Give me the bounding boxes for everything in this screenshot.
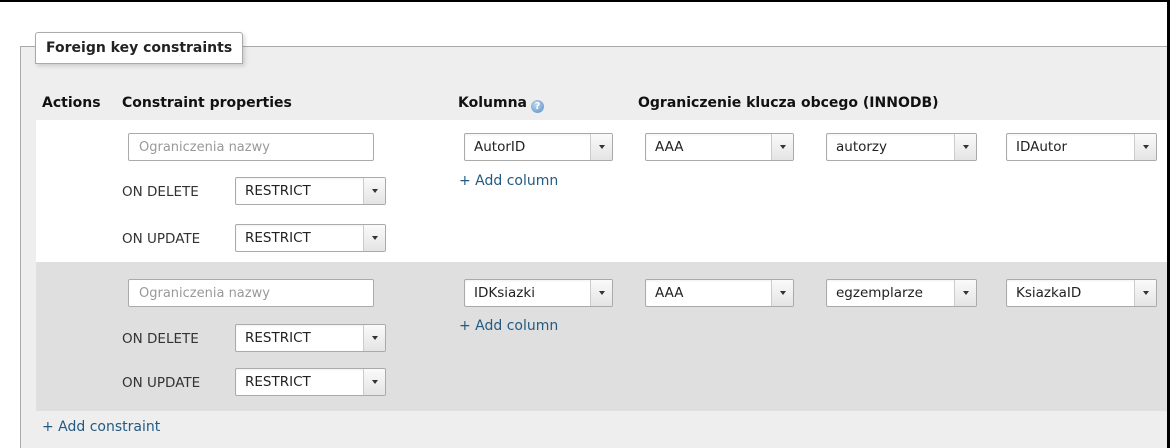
add-column-link[interactable]: + Add column bbox=[459, 318, 558, 334]
column-value: AutorID bbox=[474, 139, 526, 155]
constraint-name-input[interactable] bbox=[128, 133, 374, 161]
chevron-down-icon bbox=[954, 134, 976, 160]
chevron-down-icon bbox=[1134, 280, 1156, 306]
ref-column-select[interactable]: IDAutor bbox=[1006, 133, 1157, 161]
on-update-select[interactable]: RESTRICT bbox=[235, 224, 386, 252]
column-select[interactable]: IDKsiazki bbox=[464, 279, 613, 307]
chevron-down-icon bbox=[771, 134, 793, 160]
on-update-select[interactable]: RESTRICT bbox=[235, 368, 386, 396]
database-value: AAA bbox=[655, 285, 684, 301]
on-delete-label: ON DELETE bbox=[122, 184, 199, 200]
on-update-label: ON UPDATE bbox=[122, 375, 201, 391]
ref-column-value: KsiazkaID bbox=[1016, 285, 1082, 301]
header-fk-constraint: Ograniczenie klucza obcego (INNODB) bbox=[638, 95, 939, 111]
header-constraint-properties: Constraint properties bbox=[122, 95, 292, 111]
constraint-name-input[interactable] bbox=[128, 279, 374, 307]
header-column-label: Kolumna bbox=[458, 95, 527, 111]
on-delete-label: ON DELETE bbox=[122, 331, 199, 347]
add-constraint-link[interactable]: + Add constraint bbox=[42, 419, 160, 435]
chevron-down-icon bbox=[363, 325, 385, 351]
chevron-down-icon bbox=[590, 134, 612, 160]
table-select[interactable]: autorzy bbox=[826, 133, 977, 161]
chevron-down-icon bbox=[771, 280, 793, 306]
chevron-down-icon bbox=[363, 225, 385, 251]
on-update-value: RESTRICT bbox=[245, 230, 311, 246]
header-column: Kolumna? bbox=[458, 94, 544, 113]
on-delete-select[interactable]: RESTRICT bbox=[235, 177, 386, 205]
chevron-down-icon bbox=[363, 178, 385, 204]
add-column-link[interactable]: + Add column bbox=[459, 173, 558, 189]
column-value: IDKsiazki bbox=[474, 285, 535, 301]
column-select[interactable]: AutorID bbox=[464, 133, 613, 161]
database-select[interactable]: AAA bbox=[645, 279, 794, 307]
database-value: AAA bbox=[655, 139, 684, 155]
chevron-down-icon bbox=[954, 280, 976, 306]
table-value: autorzy bbox=[836, 139, 888, 155]
chevron-down-icon bbox=[1134, 134, 1156, 160]
header-actions: Actions bbox=[42, 95, 101, 111]
fieldset-legend: Foreign key constraints bbox=[35, 32, 244, 64]
on-delete-value: RESTRICT bbox=[245, 330, 311, 346]
ref-column-select[interactable]: KsiazkaID bbox=[1006, 279, 1157, 307]
database-select[interactable]: AAA bbox=[645, 133, 794, 161]
chevron-down-icon bbox=[363, 369, 385, 395]
chevron-down-icon bbox=[590, 280, 612, 306]
table-value: egzemplarze bbox=[836, 285, 923, 301]
on-delete-select[interactable]: RESTRICT bbox=[235, 324, 386, 352]
help-icon[interactable]: ? bbox=[531, 100, 544, 113]
on-update-label: ON UPDATE bbox=[122, 231, 201, 247]
ref-column-value: IDAutor bbox=[1016, 139, 1068, 155]
on-update-value: RESTRICT bbox=[245, 374, 311, 390]
table-select[interactable]: egzemplarze bbox=[826, 279, 977, 307]
on-delete-value: RESTRICT bbox=[245, 183, 311, 199]
